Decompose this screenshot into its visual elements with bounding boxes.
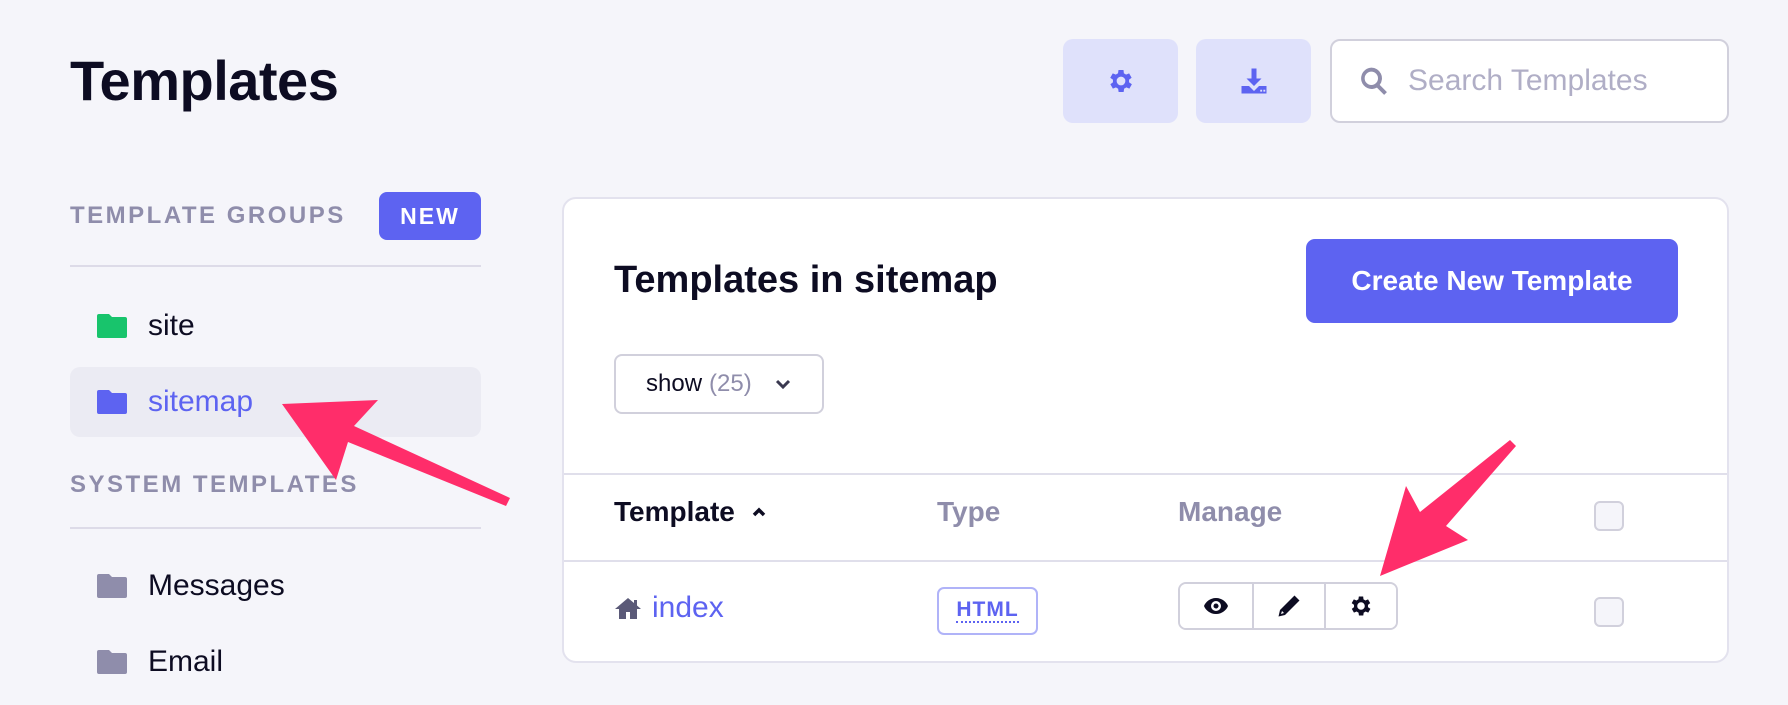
template-link-index[interactable]: index: [614, 591, 724, 625]
template-groups-list: site sitemap: [70, 291, 481, 437]
column-header-template[interactable]: Template: [614, 496, 767, 528]
column-header-label: Template: [614, 496, 735, 527]
search-input[interactable]: [1408, 64, 1708, 98]
table-header-top-border: [564, 473, 1727, 475]
edit-button[interactable]: [1252, 584, 1324, 628]
templates-panel: Templates in sitemap Create New Template…: [562, 197, 1729, 663]
select-all-checkbox[interactable]: [1594, 501, 1624, 531]
column-header-manage: Manage: [1178, 496, 1283, 527]
divider: [70, 265, 481, 267]
sidebar-item-label: Messages: [148, 569, 285, 602]
export-button[interactable]: [1196, 39, 1311, 123]
gear-icon: [1351, 596, 1371, 616]
sidebar-item-email[interactable]: Email: [70, 627, 481, 697]
search-box[interactable]: [1330, 39, 1729, 123]
column-header-type: Type: [937, 496, 1001, 527]
folder-icon: [97, 574, 127, 598]
create-new-template-button[interactable]: Create New Template: [1306, 239, 1678, 323]
divider: [70, 527, 481, 529]
sidebar-item-messages[interactable]: Messages: [70, 551, 481, 621]
system-templates-heading: SYSTEM TEMPLATES: [70, 471, 359, 498]
sidebar-item-label: Email: [148, 645, 224, 678]
template-name: index: [652, 591, 724, 624]
sidebar-item-label: site: [148, 309, 195, 342]
template-groups-heading: TEMPLATE GROUPS: [70, 202, 346, 229]
type-label: HTML: [956, 598, 1019, 623]
show-per-page-select[interactable]: show (25): [614, 354, 824, 414]
sidebar-item-site[interactable]: site: [70, 291, 481, 361]
row-select-checkbox[interactable]: [1594, 597, 1624, 627]
system-templates-list: Messages Email: [70, 551, 481, 697]
gear-icon: [1109, 70, 1132, 92]
page-title: Templates: [70, 49, 339, 112]
chevron-up-icon: [752, 507, 766, 517]
settings-button[interactable]: [1063, 39, 1178, 123]
type-badge: HTML: [937, 587, 1038, 635]
folder-icon: [97, 650, 127, 674]
download-icon: [1241, 68, 1266, 94]
show-count: (25): [709, 370, 752, 397]
eye-icon: [1204, 598, 1228, 614]
chevron-down-icon: [775, 379, 790, 390]
template-settings-button[interactable]: [1324, 584, 1396, 628]
show-label: show: [646, 370, 703, 397]
sidebar: TEMPLATE GROUPS NEW site sitemap SYSTEM …: [70, 192, 481, 703]
panel-title: Templates in sitemap: [614, 259, 998, 301]
manage-actions: [1178, 582, 1398, 630]
folder-icon: [97, 314, 127, 338]
folder-icon: [97, 390, 127, 414]
view-button[interactable]: [1180, 584, 1252, 628]
search-icon: [1361, 67, 1387, 95]
pencil-icon: [1278, 595, 1300, 617]
sidebar-item-label: sitemap: [148, 385, 254, 418]
table-header-bottom-border: [564, 560, 1727, 562]
sidebar-item-sitemap[interactable]: sitemap: [70, 367, 481, 437]
home-icon: [615, 598, 641, 619]
new-group-button[interactable]: NEW: [379, 192, 481, 240]
